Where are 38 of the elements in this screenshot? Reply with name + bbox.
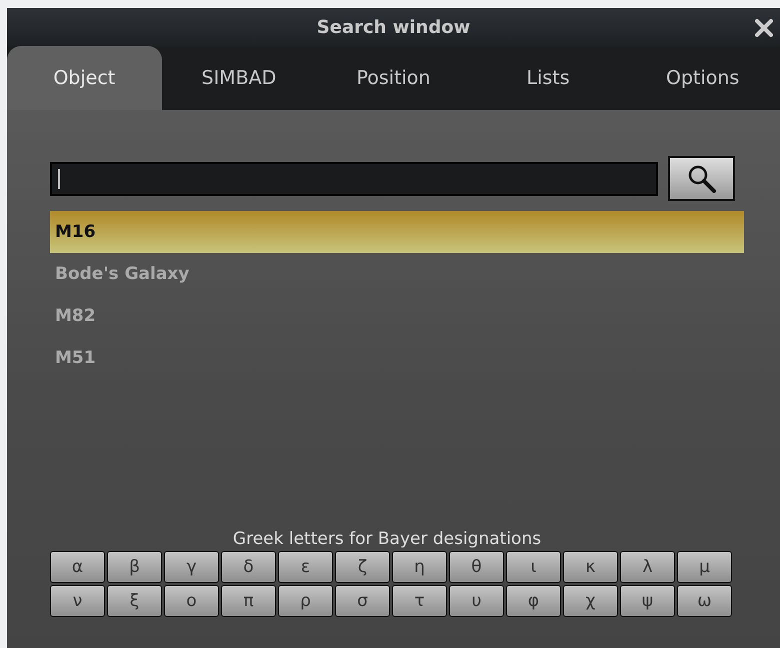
section-label: Greek letters for Bayer designations	[232, 529, 542, 549]
letter-key[interactable]: ι	[506, 551, 561, 583]
letter-key[interactable]: ψ	[620, 585, 675, 617]
letter-key[interactable]: σ	[335, 585, 390, 617]
tab[interactable]: Position	[316, 46, 471, 110]
letter-key[interactable]: κ	[563, 551, 618, 583]
letter-key[interactable]: θ	[449, 551, 504, 583]
letter-key[interactable]: λ	[620, 551, 675, 583]
letter-key[interactable]: β	[107, 551, 162, 583]
tab[interactable]: SIMBAD	[162, 46, 316, 110]
result-item[interactable]: M82	[50, 295, 744, 337]
tab[interactable]: Object	[7, 46, 162, 110]
close-icon[interactable]	[754, 18, 774, 38]
letter-key[interactable]: χ	[563, 585, 618, 617]
letter-key[interactable]: τ	[392, 585, 447, 617]
tab[interactable]: Options	[625, 46, 780, 110]
letter-key[interactable]: α	[50, 551, 105, 583]
letter-key[interactable]: π	[221, 585, 276, 617]
letter-key[interactable]: ο	[164, 585, 219, 617]
letter-key[interactable]: ζ	[335, 551, 390, 583]
window-title: Search window	[316, 16, 470, 38]
letter-key[interactable]: γ	[164, 551, 219, 583]
tab[interactable]: Lists	[470, 46, 626, 110]
result-item[interactable]: Bode's Galaxy	[50, 253, 744, 295]
letter-key[interactable]: υ	[449, 585, 504, 617]
letter-key[interactable]: ε	[278, 551, 333, 583]
result-item[interactable]: M16	[50, 211, 744, 253]
letter-key[interactable]: δ	[221, 551, 276, 583]
result-item[interactable]: M51	[50, 337, 744, 379]
letter-key[interactable]: ω	[677, 585, 732, 617]
letter-key[interactable]: ρ	[278, 585, 333, 617]
letter-key[interactable]: ξ	[107, 585, 162, 617]
search-field[interactable]	[50, 162, 658, 196]
letter-key[interactable]: ν	[50, 585, 105, 617]
letter-key[interactable]: φ	[506, 585, 561, 617]
search-button[interactable]	[668, 156, 735, 201]
letter-key[interactable]: μ	[677, 551, 732, 583]
letter-key[interactable]: η	[392, 551, 447, 583]
